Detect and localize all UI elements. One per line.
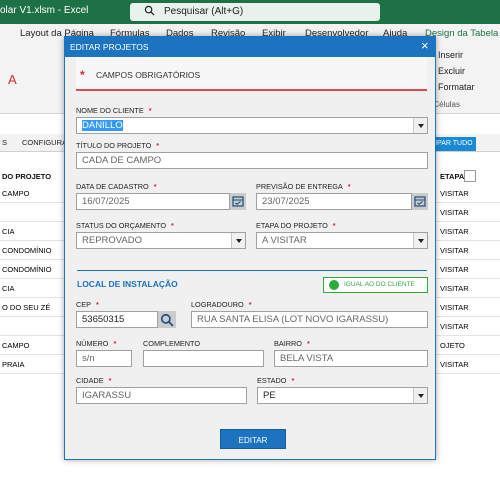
cell-project: CAMPO bbox=[2, 341, 30, 350]
file-title: olar V1.xlsm - Excel bbox=[0, 5, 89, 16]
bairro-label: BAIRRO * bbox=[274, 339, 310, 348]
chevron-down-icon[interactable] bbox=[413, 388, 427, 403]
cell-etapa: VISITAR bbox=[440, 265, 469, 274]
igual-cliente-label: IGUAL AO DO CLIENTE bbox=[344, 281, 415, 288]
status-label: STATUS DO ORÇAMENTO * bbox=[76, 221, 174, 230]
cell-etapa: VISITAR bbox=[440, 208, 469, 217]
cell-etapa: VISITAR bbox=[440, 303, 469, 312]
cell-etapa: VISITAR bbox=[440, 322, 469, 331]
cell-etapa: VISITAR bbox=[440, 246, 469, 255]
logradouro-label: LOGRADOURO * bbox=[191, 300, 252, 309]
local-instalacao-title: LOCAL DE INSTALAÇÃO bbox=[77, 279, 178, 289]
search-icon bbox=[160, 313, 174, 327]
required-star-icon: * bbox=[80, 68, 85, 82]
cell-project: O DO SEU ZÉ bbox=[2, 303, 51, 312]
cell-project: CIA bbox=[2, 284, 15, 293]
cell-project: PRAIA bbox=[2, 360, 25, 369]
cadastro-input[interactable]: 16/07/2025 bbox=[76, 193, 230, 210]
numero-label: NÚMERO * bbox=[76, 339, 117, 348]
font-color-icon[interactable]: A bbox=[8, 72, 17, 87]
cell-project: CIA bbox=[2, 227, 15, 236]
cliente-value: DANILLO bbox=[82, 120, 123, 131]
cell-etapa: OJETO bbox=[440, 341, 465, 350]
editar-projetos-dialog: EDITAR PROJETOS × * CAMPOS OBRIGATÓRIOS … bbox=[64, 36, 436, 460]
ribbon-inserir[interactable]: Inserir bbox=[438, 50, 463, 60]
header-cell-left: S bbox=[2, 138, 8, 147]
celulas-group-label: Células bbox=[433, 100, 460, 109]
chevron-down-icon[interactable] bbox=[413, 118, 427, 133]
numero-input[interactable]: s/n bbox=[76, 350, 132, 367]
titulo-value: CADA DE CAMPO bbox=[82, 155, 162, 166]
excluir-label: Excluir bbox=[438, 66, 466, 76]
section-divider bbox=[77, 270, 427, 271]
previsao-value: 23/07/2025 bbox=[262, 196, 310, 207]
table-header-left: DO PROJETO bbox=[2, 172, 52, 181]
search-box[interactable]: Pesquisar (Alt+G) bbox=[130, 3, 380, 21]
titulo-input[interactable]: CADA DE CAMPO bbox=[76, 152, 428, 169]
filter-dropdown[interactable] bbox=[464, 170, 476, 182]
search-placeholder: Pesquisar (Alt+G) bbox=[164, 6, 244, 17]
ribbon-excluir[interactable]: Excluir bbox=[438, 66, 465, 76]
inserir-label: Inserir bbox=[438, 50, 464, 60]
cep-label: CEP * bbox=[76, 300, 99, 309]
cidade-value: IGARASSU bbox=[82, 390, 132, 401]
igual-cliente-button[interactable]: IGUAL AO DO CLIENTE bbox=[323, 277, 428, 293]
cidade-input[interactable]: IGARASSU bbox=[76, 387, 247, 404]
required-fields-bar: * CAMPOS OBRIGATÓRIOS bbox=[76, 57, 427, 91]
etapa-select[interactable]: A VISITAR bbox=[256, 232, 428, 249]
form-panel: NOME DO CLIENTE * DANILLO TÍTULO DO PROJE… bbox=[66, 93, 434, 459]
calendar-icon[interactable] bbox=[230, 193, 246, 210]
cell-etapa: VISITAR bbox=[440, 284, 469, 293]
table-header-right: ETAPA bbox=[440, 172, 465, 181]
ribbon-formatar[interactable]: Formatar bbox=[438, 82, 475, 92]
excel-titlebar: olar V1.xlsm - Excel Pesquisar (Alt+G) bbox=[0, 0, 500, 24]
calendar-icon[interactable] bbox=[412, 193, 428, 210]
download-icon bbox=[329, 280, 339, 290]
search-cep-button[interactable] bbox=[158, 311, 176, 328]
status-value: REPROVADO bbox=[82, 235, 143, 246]
cadastro-label: DATA DE CADASTRO * bbox=[76, 182, 157, 191]
logradouro-input[interactable]: RUA SANTA ELISA (LOT NOVO IGARASSU) bbox=[191, 311, 428, 328]
cell-etapa: VISITAR bbox=[440, 189, 469, 198]
previsao-input[interactable]: 23/07/2025 bbox=[256, 193, 412, 210]
editar-button[interactable]: EDITAR bbox=[220, 429, 286, 449]
numero-value: s/n bbox=[82, 353, 95, 364]
dialog-titlebar: EDITAR PROJETOS × bbox=[65, 37, 435, 57]
cidade-label: CIDADE * bbox=[76, 376, 112, 385]
bairro-input[interactable]: BELA VISTA bbox=[274, 350, 428, 367]
logradouro-value: RUA SANTA ELISA (LOT NOVO IGARASSU) bbox=[197, 314, 389, 325]
etapa-value: A VISITAR bbox=[262, 235, 307, 246]
titulo-label: TÍTULO DO PROJETO * bbox=[76, 141, 160, 150]
cep-input[interactable]: 53650315 bbox=[76, 311, 158, 328]
estado-label: ESTADO * bbox=[257, 376, 295, 385]
cell-project: CAMPO bbox=[2, 189, 30, 198]
bairro-value: BELA VISTA bbox=[280, 353, 334, 364]
search-icon bbox=[144, 5, 155, 16]
chevron-down-icon[interactable] bbox=[231, 233, 245, 248]
dialog-title: EDITAR PROJETOS bbox=[70, 42, 149, 52]
cell-etapa: VISITAR bbox=[440, 360, 469, 369]
estado-value: PE bbox=[263, 390, 276, 401]
previsao-label: PREVISÃO DE ENTREGA * bbox=[256, 182, 351, 191]
required-label: CAMPOS OBRIGATÓRIOS bbox=[96, 70, 201, 80]
cliente-select[interactable]: DANILLO bbox=[76, 117, 428, 134]
chevron-down-icon[interactable] bbox=[413, 233, 427, 248]
etapa-label: ETAPA DO PROJETO * bbox=[256, 221, 336, 230]
cell-project: CONDOMÍNIO bbox=[2, 265, 52, 274]
cadastro-value: 16/07/2025 bbox=[82, 196, 130, 207]
cliente-label: NOME DO CLIENTE * bbox=[76, 106, 152, 115]
cell-project: CONDOMÍNIO bbox=[2, 246, 52, 255]
complemento-label: COMPLEMENTO bbox=[143, 339, 201, 348]
close-icon[interactable]: × bbox=[421, 39, 429, 53]
complemento-input[interactable] bbox=[143, 350, 264, 367]
cep-value: 53650315 bbox=[82, 314, 125, 325]
estado-select[interactable]: PE bbox=[257, 387, 428, 404]
status-select[interactable]: REPROVADO bbox=[76, 232, 246, 249]
formatar-label: Formatar bbox=[438, 82, 475, 92]
cell-etapa: VISITAR bbox=[440, 227, 469, 236]
